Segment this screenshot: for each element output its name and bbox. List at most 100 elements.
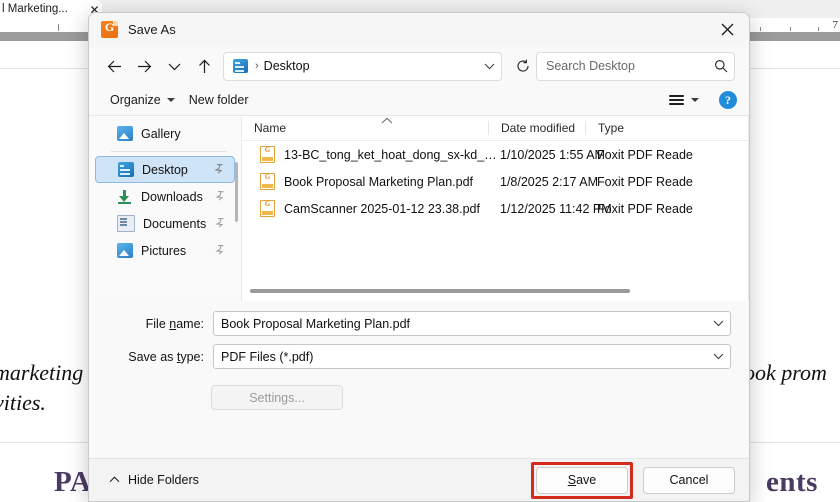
scrollbar-thumb[interactable] xyxy=(250,289,630,293)
desktop-folder-icon xyxy=(233,59,248,73)
sidebar-item-label: Desktop xyxy=(142,162,188,177)
search-box[interactable] xyxy=(536,51,735,81)
sidebar-item-downloads[interactable]: Downloads xyxy=(95,183,235,210)
ruler-number: 7 xyxy=(832,19,839,31)
save-as-type-label: Save as type: xyxy=(128,349,204,364)
sidebar-item-gallery[interactable]: Gallery xyxy=(95,120,235,147)
document-tab-label: l Marketing... xyxy=(2,3,68,15)
up-button[interactable] xyxy=(189,52,219,80)
column-header-date-modified[interactable]: Date modified xyxy=(488,121,585,135)
save-as-dialog: Save As › Desktop xyxy=(88,12,750,502)
hide-folders-button[interactable]: Hide Folders xyxy=(103,469,205,491)
view-options-button[interactable] xyxy=(663,91,705,109)
file-name: Book Proposal Marketing Plan.pdf xyxy=(284,174,473,189)
pictures-icon xyxy=(117,243,133,258)
pin-icon xyxy=(215,217,225,230)
sidebar-item-pictures[interactable]: Pictures xyxy=(95,237,235,264)
address-bar[interactable]: › Desktop xyxy=(223,51,502,81)
file-name: CamScanner 2025-01-12 23.38.pdf xyxy=(284,201,480,216)
chevron-down-icon[interactable] xyxy=(706,320,730,327)
save-button[interactable]: Save xyxy=(536,466,628,494)
desktop-icon xyxy=(118,162,134,177)
sidebar-item-label: Downloads xyxy=(141,189,203,204)
documents-icon xyxy=(117,215,135,232)
sidebar-divider xyxy=(111,151,227,152)
refresh-icon[interactable] xyxy=(510,59,536,73)
chevron-up-icon xyxy=(109,475,120,486)
pdf-file-icon xyxy=(260,146,275,163)
gallery-icon xyxy=(117,126,133,141)
navigation-bar: › Desktop xyxy=(89,47,749,85)
save-as-type-value: PDF Files (*.pdf) xyxy=(221,349,314,364)
file-name: 13-BC_tong_ket_hoat_dong_sx-kd_2017_... xyxy=(284,147,500,162)
forward-button[interactable] xyxy=(129,52,159,80)
file-type: Foxit PDF Reade xyxy=(597,174,693,189)
column-header-type[interactable]: Type xyxy=(585,121,749,135)
save-as-type-row: Save as type: PDF Files (*.pdf) xyxy=(89,344,749,369)
file-name-label: File name: xyxy=(145,316,204,331)
file-name-field[interactable] xyxy=(213,311,731,336)
save-button-highlight: Save xyxy=(531,461,633,499)
chevron-down-icon[interactable] xyxy=(477,63,501,70)
document-heading-left: PA xyxy=(54,466,92,498)
file-list: Name Date modified Type 13-BC_tong_ket_h… xyxy=(242,116,749,301)
save-form: File name: Save as type: PDF Files (*.pd… xyxy=(89,301,749,410)
file-list-header: Name Date modified Type xyxy=(242,116,749,141)
hide-folders-label: Hide Folders xyxy=(128,473,199,487)
breadcrumb-separator: › xyxy=(255,60,259,72)
chevron-down-icon[interactable] xyxy=(706,353,730,360)
cancel-button[interactable]: Cancel xyxy=(643,466,735,494)
document-tab[interactable]: l Marketing... ✕ xyxy=(0,0,102,18)
foxit-pdf-icon xyxy=(101,20,118,38)
navigation-pane: Gallery Desktop Downloads Documents Pict… xyxy=(89,116,242,301)
dialog-body: Gallery Desktop Downloads Documents Pict… xyxy=(89,115,749,301)
pin-icon xyxy=(215,190,225,203)
document-text-line-2: vities. xyxy=(0,390,46,415)
view-list-icon xyxy=(669,95,684,105)
file-date-modified: 1/10/2025 1:55 AM xyxy=(500,147,605,162)
search-input[interactable] xyxy=(537,59,708,73)
pin-icon xyxy=(215,244,225,257)
organize-label: Organize xyxy=(110,93,161,107)
breadcrumb-path[interactable]: Desktop xyxy=(264,59,310,73)
table-row[interactable]: Book Proposal Marketing Plan.pdf 1/8/202… xyxy=(242,168,749,195)
save-as-type-select[interactable]: PDF Files (*.pdf) xyxy=(213,344,731,369)
sort-ascending-icon xyxy=(381,117,393,126)
help-circle-icon[interactable]: ? xyxy=(719,91,737,109)
file-list-horizontal-scrollbar[interactable] xyxy=(242,287,749,295)
file-type: Foxit PDF Reade xyxy=(597,201,693,216)
settings-button[interactable]: Settings... xyxy=(211,385,343,410)
column-header-name[interactable]: Name xyxy=(242,121,488,135)
sidebar-item-label: Pictures xyxy=(141,243,187,258)
dialog-title-bar: Save As xyxy=(89,13,749,47)
recent-locations-button[interactable] xyxy=(159,52,189,80)
document-body-text-right: ook prom xyxy=(744,360,827,385)
file-type: Foxit PDF Reade xyxy=(597,147,693,162)
file-date-modified: 1/12/2025 11:42 PM xyxy=(500,201,612,216)
new-folder-label: New folder xyxy=(188,93,249,107)
search-icon[interactable] xyxy=(708,59,734,73)
new-folder-button[interactable]: New folder xyxy=(182,89,256,111)
dialog-footer: Hide Folders Save Cancel xyxy=(89,458,749,501)
file-list-edge xyxy=(748,116,749,301)
sidebar-scrollbar[interactable] xyxy=(235,162,238,222)
command-bar: Organize New folder ? xyxy=(89,85,749,115)
file-name-input[interactable] xyxy=(214,315,706,332)
back-button[interactable] xyxy=(99,52,129,80)
file-name-row: File name: xyxy=(89,311,749,336)
settings-row: Settings... xyxy=(89,377,749,410)
downloads-icon xyxy=(117,189,133,204)
sidebar-item-label: Gallery xyxy=(141,126,181,141)
sidebar-item-documents[interactable]: Documents xyxy=(95,210,235,237)
close-icon[interactable] xyxy=(705,13,749,45)
table-row[interactable]: CamScanner 2025-01-12 23.38.pdf 1/12/202… xyxy=(242,195,749,222)
document-text-line-1: marketing xyxy=(0,360,84,385)
pdf-file-icon xyxy=(260,173,275,190)
document-body-text-left: marketing vities. xyxy=(0,358,94,418)
table-row[interactable]: 13-BC_tong_ket_hoat_dong_sx-kd_2017_... … xyxy=(242,141,749,168)
file-date-modified: 1/8/2025 2:17 AM xyxy=(500,174,598,189)
organize-button[interactable]: Organize xyxy=(103,89,182,111)
sidebar-item-desktop[interactable]: Desktop xyxy=(95,156,235,183)
pdf-file-icon xyxy=(260,200,275,217)
dialog-title: Save As xyxy=(128,22,176,37)
